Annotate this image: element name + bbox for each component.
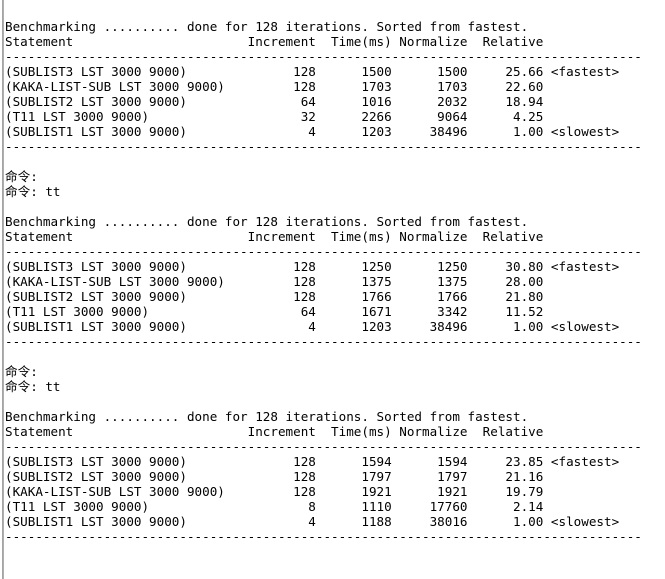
- console-output-text: Benchmarking .......... done for 128 ite…: [5, 19, 642, 544]
- console-window[interactable]: Benchmarking .......... done for 128 ite…: [0, 0, 665, 579]
- console-left-edge: [2, 0, 4, 579]
